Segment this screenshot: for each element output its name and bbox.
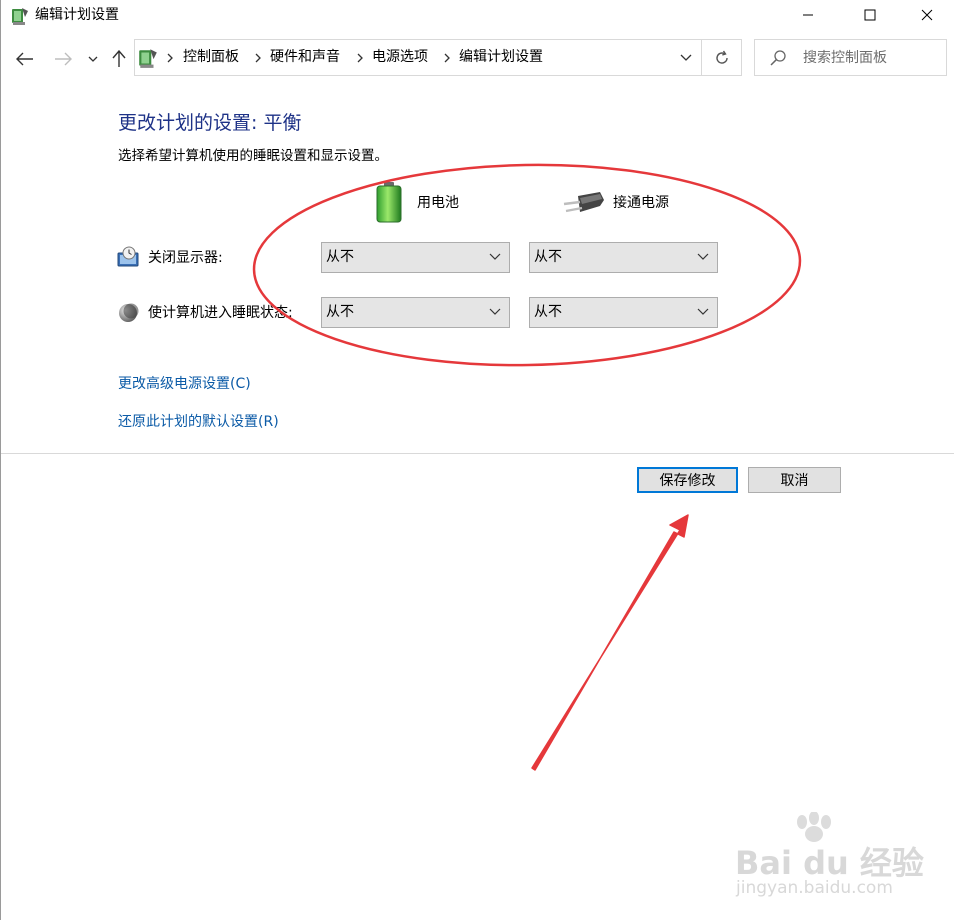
breadcrumb-edit-plan[interactable]: 编辑计划设置 <box>459 40 543 75</box>
annotation-arrow <box>531 514 689 771</box>
chevron-right-icon <box>166 40 174 75</box>
search-box[interactable] <box>754 39 947 76</box>
display-off-battery-select[interactable]: 从不 <box>321 242 510 273</box>
maximize-button[interactable] <box>847 0 893 30</box>
back-button[interactable] <box>14 46 36 72</box>
sleep-label: 使计算机进入睡眠状态: <box>148 305 293 321</box>
battery-icon <box>374 181 404 223</box>
arrow-right-icon <box>55 52 72 66</box>
select-value: 从不 <box>326 249 354 265</box>
display-clock-icon <box>117 246 139 268</box>
footer-divider <box>1 453 954 454</box>
chevron-down-icon <box>489 308 501 315</box>
battery-column-label: 用电池 <box>417 195 459 211</box>
minimize-icon <box>803 14 813 16</box>
search-icon <box>769 49 787 67</box>
sleep-plugged-select[interactable]: 从不 <box>529 297 718 328</box>
advanced-power-settings-link[interactable]: 更改高级电源设置(C) <box>118 374 251 394</box>
select-value: 从不 <box>534 249 562 265</box>
window-title: 编辑计划设置 <box>35 7 119 23</box>
select-value: 从不 <box>326 304 354 320</box>
window-border <box>0 0 1 920</box>
maximize-icon <box>864 9 876 21</box>
annotation-overlay <box>252 163 802 771</box>
watermark-url: jingyan.baidu.com <box>736 878 893 898</box>
restore-defaults-link[interactable]: 还原此计划的默认设置(R) <box>118 412 279 432</box>
moon-icon <box>117 302 139 324</box>
chevron-right-icon[interactable] <box>443 40 451 75</box>
select-value: 从不 <box>534 304 562 320</box>
page-title: 更改计划的设置: 平衡 <box>118 112 302 134</box>
refresh-icon <box>715 50 728 64</box>
power-options-icon <box>137 47 159 69</box>
chevron-down-icon <box>88 56 98 62</box>
chevron-down-icon <box>489 253 501 260</box>
display-off-label: 关闭显示器: <box>148 250 223 266</box>
address-bar[interactable]: 控制面板 硬件和声音 电源选项 编辑计划设置 <box>134 39 702 76</box>
page-description: 选择希望计算机使用的睡眠设置和显示设置。 <box>118 148 388 164</box>
close-icon <box>921 9 933 21</box>
display-off-plugged-select[interactable]: 从不 <box>529 242 718 273</box>
sleep-battery-select[interactable]: 从不 <box>321 297 510 328</box>
breadcrumb-hardware-sound[interactable]: 硬件和声音 <box>270 40 340 75</box>
plugged-column-label: 接通电源 <box>613 195 669 211</box>
chevron-down-icon <box>697 253 709 260</box>
chevron-right-icon[interactable] <box>356 40 364 75</box>
arrow-left-icon <box>16 52 33 66</box>
minimize-button[interactable] <box>785 0 831 30</box>
up-button[interactable] <box>108 46 130 72</box>
power-options-icon <box>10 6 30 26</box>
breadcrumb-power-options[interactable]: 电源选项 <box>372 40 428 75</box>
cancel-button[interactable]: 取消 <box>748 467 841 493</box>
save-button[interactable]: 保存修改 <box>637 467 738 493</box>
chevron-down-icon <box>680 54 692 61</box>
breadcrumb-control-panel[interactable]: 控制面板 <box>183 40 239 75</box>
plug-icon <box>560 190 606 218</box>
chevron-down-icon <box>697 308 709 315</box>
chevron-right-icon[interactable] <box>254 40 262 75</box>
address-dropdown-button[interactable] <box>671 40 701 75</box>
forward-button[interactable] <box>52 46 74 72</box>
recent-locations-button[interactable] <box>84 46 102 72</box>
refresh-button[interactable] <box>702 39 742 76</box>
arrow-up-icon <box>112 50 126 67</box>
search-input[interactable] <box>803 40 943 75</box>
close-button[interactable] <box>904 0 950 30</box>
